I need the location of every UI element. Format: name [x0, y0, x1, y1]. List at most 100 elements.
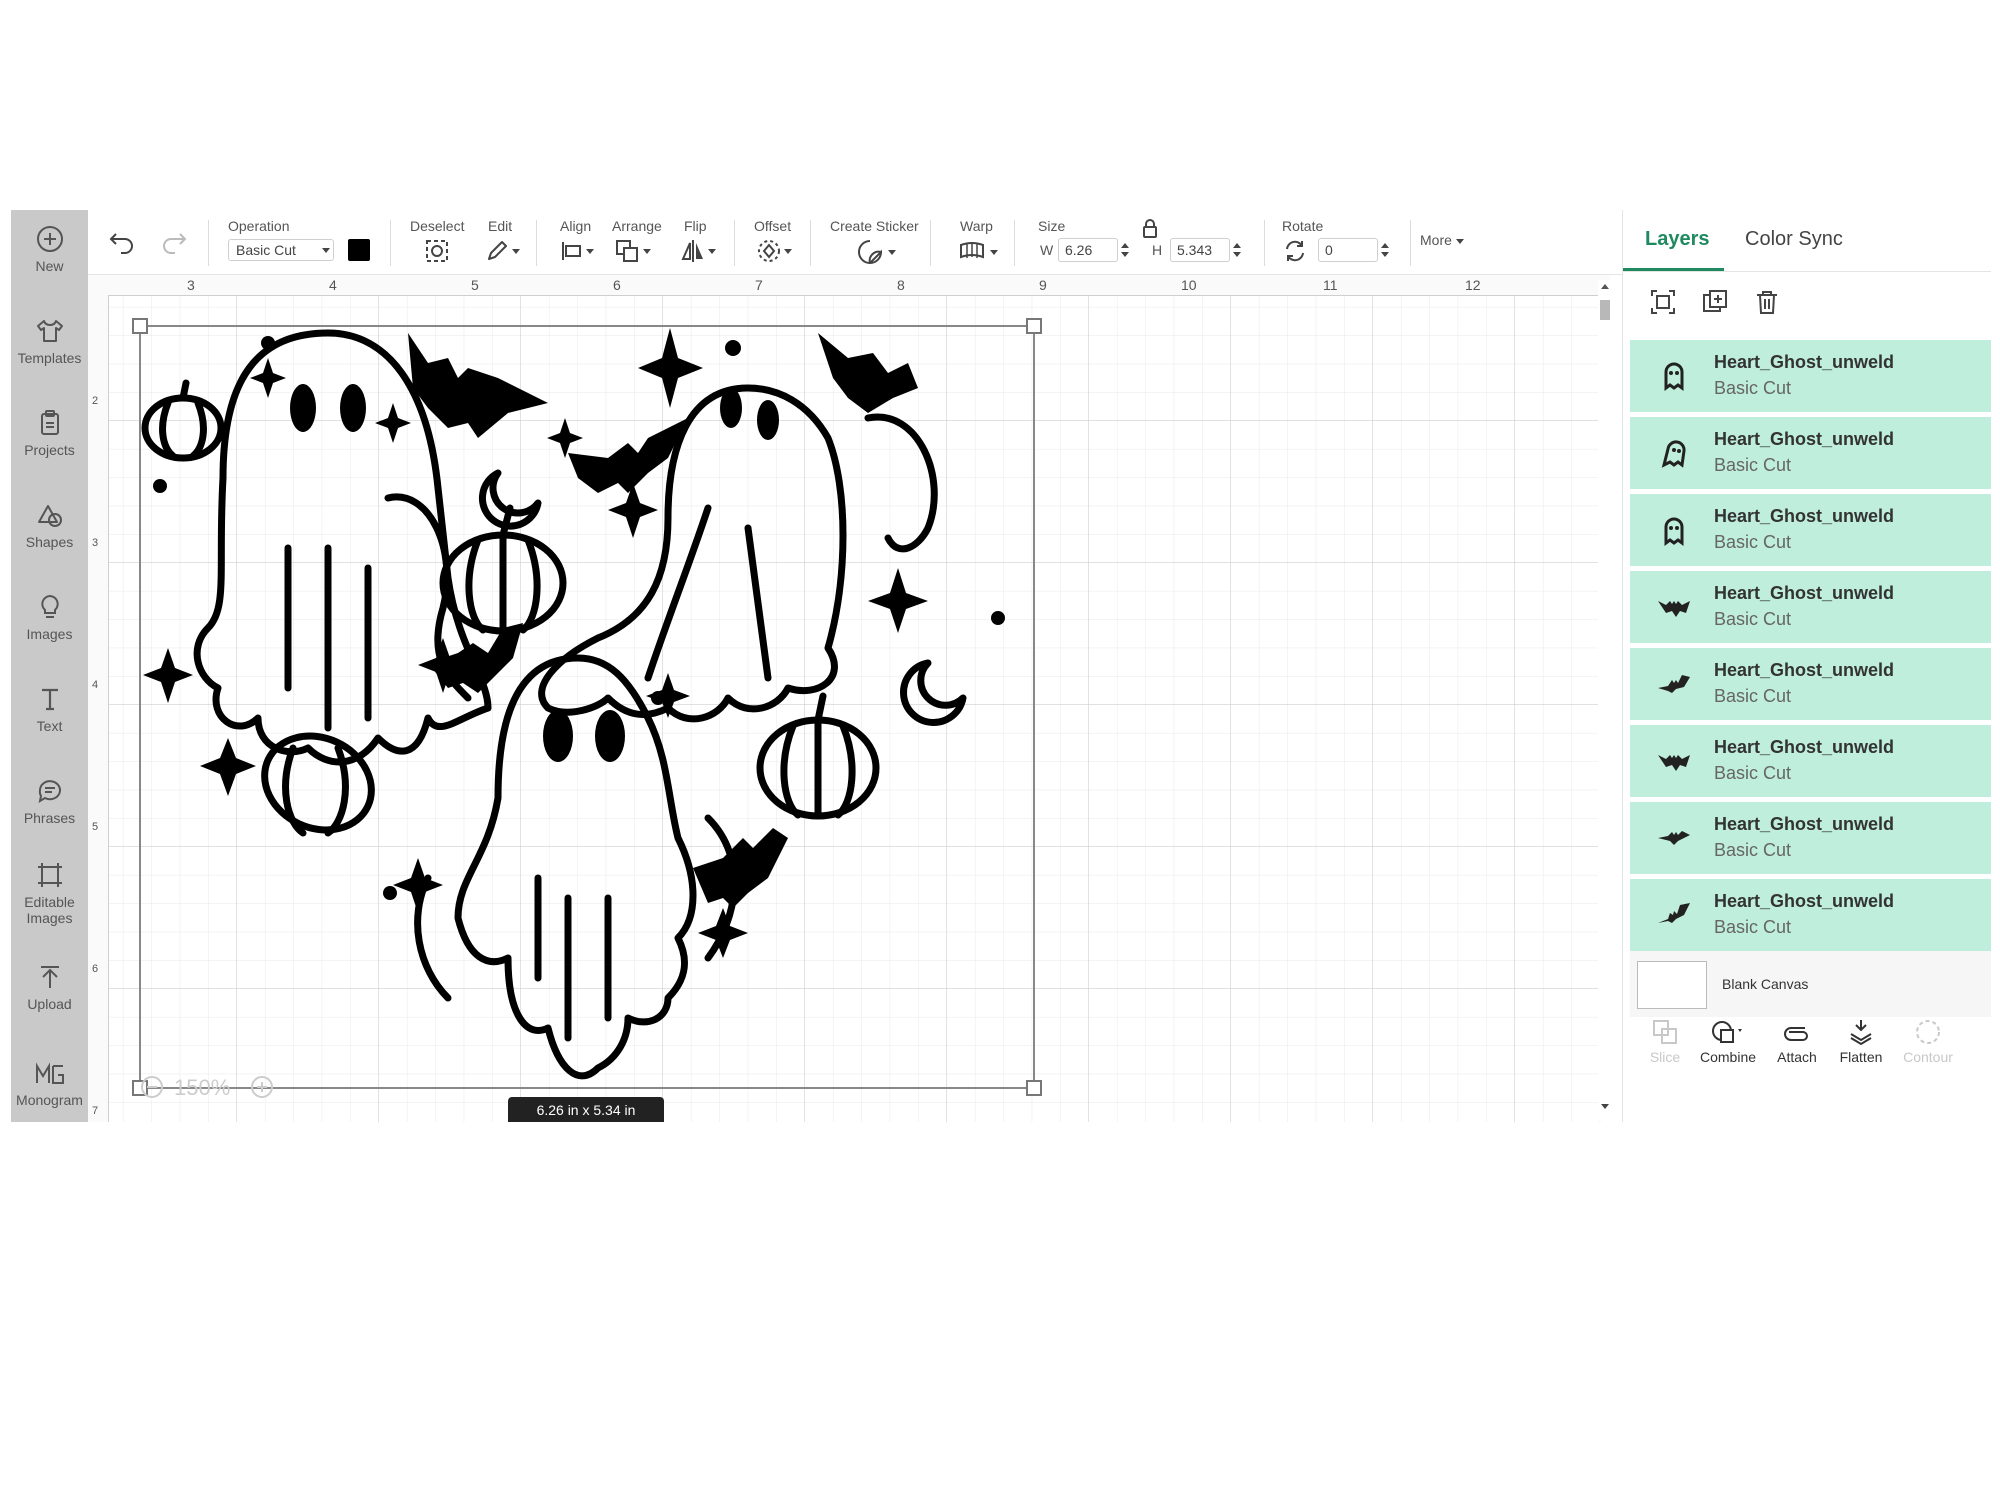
images-button[interactable]: Images: [11, 592, 88, 642]
resize-handle[interactable]: [1026, 318, 1042, 334]
group-icon[interactable]: [1649, 288, 1677, 316]
ruler-number: 5: [471, 277, 479, 293]
layer-row[interactable]: Heart_Ghost_unweld Basic Cut: [1630, 802, 1991, 874]
scroll-thumb[interactable]: [1600, 300, 1610, 320]
flip-icon[interactable]: [680, 238, 706, 264]
align-label: Align: [560, 218, 592, 234]
upload-icon: [40, 966, 59, 988]
ghost-icon: [1661, 440, 1686, 468]
layer-name: Heart_Ghost_unweld: [1714, 352, 1895, 372]
upload-button[interactable]: Upload: [11, 962, 88, 1012]
lock-icon[interactable]: [1142, 218, 1158, 238]
editable-label-2: Images: [26, 910, 73, 926]
undo-icon[interactable]: [108, 230, 136, 254]
sticker-icon[interactable]: [856, 238, 884, 266]
ruler-left: 2 3 4 5 6 7: [88, 295, 109, 1122]
flatten-button[interactable]: Flatten: [1831, 1018, 1891, 1065]
size-readout: 6.26 in x 5.34 in: [508, 1097, 664, 1122]
tab-color-sync[interactable]: Color Sync: [1745, 228, 1843, 251]
heart-ghost-design[interactable]: [128, 318, 1048, 1096]
left-toolbar: New Templates Projects Shapes Images Tex…: [11, 210, 88, 1122]
resize-handle[interactable]: [132, 318, 148, 334]
width-prefix: W: [1040, 242, 1054, 258]
align-icon[interactable]: [560, 240, 584, 262]
ruler-number: 8: [897, 277, 905, 293]
separator: [1014, 220, 1015, 266]
chevron-down-icon: [990, 250, 998, 255]
bat-icon: [1658, 755, 1690, 771]
blank-canvas-swatch[interactable]: [1637, 961, 1707, 1009]
operation-value: Basic Cut: [236, 242, 296, 258]
layer-row[interactable]: Heart_Ghost_unweld Basic Cut: [1630, 340, 1991, 412]
shapes-icon: [37, 505, 62, 527]
tab-layers[interactable]: Layers: [1645, 228, 1710, 251]
width-input[interactable]: 6.26: [1058, 238, 1118, 262]
deselect-icon[interactable]: [424, 238, 450, 264]
operation-color-swatch[interactable]: [348, 239, 370, 261]
chevron-down-icon: [322, 248, 330, 253]
width-stepper-icon[interactable]: [1120, 239, 1130, 261]
images-label: Images: [26, 626, 73, 642]
rotate-stepper-icon[interactable]: [1380, 239, 1390, 261]
resize-handle[interactable]: [1026, 1080, 1042, 1096]
width-value: 6.26: [1065, 242, 1093, 258]
lightbulb-icon: [40, 594, 59, 618]
warp-icon[interactable]: [958, 240, 986, 262]
layer-row[interactable]: Heart_Ghost_unweld Basic Cut: [1630, 417, 1991, 489]
ruler-number: 6: [92, 963, 99, 975]
zoom-out-icon[interactable]: [140, 1075, 164, 1099]
ruler-number: 6: [613, 277, 621, 293]
clipboard-icon: [40, 410, 59, 435]
projects-button[interactable]: Projects: [11, 408, 88, 458]
rotate-icon[interactable]: [1282, 238, 1308, 264]
templates-button[interactable]: Templates: [11, 316, 88, 366]
layer-row[interactable]: Heart_Ghost_unweld Basic Cut: [1630, 879, 1991, 951]
offset-icon[interactable]: [756, 238, 782, 264]
layer-row[interactable]: Heart_Ghost_unweld Basic Cut: [1630, 494, 1991, 566]
more-button[interactable]: More: [1420, 232, 1452, 248]
redo-icon[interactable]: [160, 230, 188, 254]
phrases-button[interactable]: Phrases: [11, 776, 88, 826]
ruler-number: 7: [755, 277, 763, 293]
layer-name: Heart_Ghost_unweld: [1714, 660, 1895, 680]
combine-button[interactable]: Combine: [1693, 1018, 1763, 1065]
layer-row[interactable]: Heart_Ghost_unweld Basic Cut: [1630, 571, 1991, 643]
editable-images-button[interactable]: Editable Images: [11, 860, 88, 926]
delete-icon[interactable]: [1753, 288, 1781, 316]
flatten-icon: [1850, 1020, 1872, 1046]
operation-select[interactable]: Basic Cut: [228, 239, 334, 261]
layer-row[interactable]: Heart_Ghost_unweld Basic Cut: [1630, 725, 1991, 797]
more-label: More: [1420, 232, 1452, 248]
rotate-input[interactable]: 0: [1318, 238, 1378, 262]
layer-row[interactable]: Heart_Ghost_unweld Basic Cut: [1630, 648, 1991, 720]
layer-operation: Basic Cut: [1714, 686, 1792, 706]
ruler-number: 4: [329, 277, 337, 293]
contour-icon: [1916, 1020, 1940, 1044]
shapes-button[interactable]: Shapes: [11, 500, 88, 550]
height-stepper-icon[interactable]: [1232, 239, 1242, 261]
slice-button[interactable]: Slice: [1637, 1018, 1693, 1065]
ruler-top: 3 4 5 6 7 8 9 10 11 12: [88, 275, 1610, 296]
vertical-scrollbar[interactable]: [1598, 280, 1612, 1120]
ruler-number: 9: [1039, 277, 1047, 293]
height-input[interactable]: 5.343: [1170, 238, 1230, 262]
text-label: Text: [36, 718, 63, 734]
zoom-in-icon[interactable]: [250, 1075, 274, 1099]
tshirt-icon: [36, 320, 63, 342]
bat-icon: [1658, 903, 1690, 923]
arrange-icon[interactable]: [614, 238, 640, 264]
ruler-number: 5: [92, 821, 99, 833]
tab-color-sync-label: Color Sync: [1745, 228, 1843, 250]
blank-canvas-row[interactable]: Blank Canvas: [1630, 951, 1991, 1017]
duplicate-icon[interactable]: [1701, 288, 1729, 316]
ruler-number: 3: [92, 537, 99, 549]
pencil-icon[interactable]: [484, 238, 510, 264]
monogram-button[interactable]: Monogram: [11, 1058, 88, 1108]
contour-button[interactable]: Contour: [1893, 1018, 1963, 1065]
new-button[interactable]: New: [11, 224, 88, 274]
scroll-down-icon[interactable]: [1601, 1104, 1609, 1109]
scroll-up-icon[interactable]: [1601, 284, 1609, 289]
text-button[interactable]: Text: [11, 684, 88, 734]
attach-button[interactable]: Attach: [1767, 1018, 1827, 1065]
layer-operation: Basic Cut: [1714, 917, 1792, 937]
